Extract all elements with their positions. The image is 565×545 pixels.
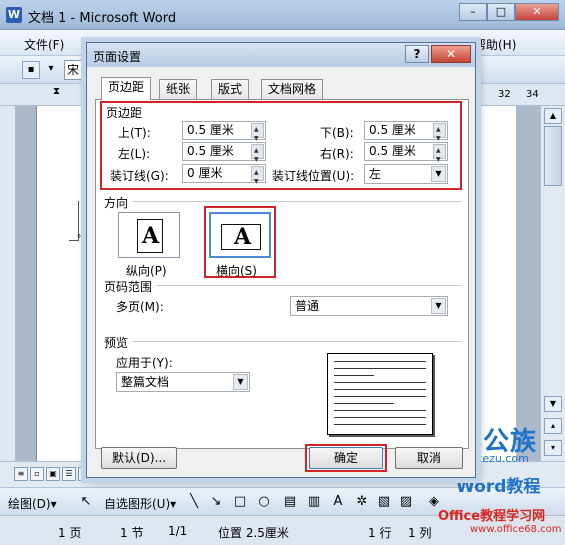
ruler-tick: 34 bbox=[526, 89, 539, 100]
multiple-pages-select[interactable]: 普通 ▼ bbox=[290, 296, 448, 316]
dialog-close-button[interactable]: ✕ bbox=[431, 45, 471, 63]
outline-view-icon[interactable]: ☰ bbox=[62, 467, 76, 481]
top-margin-spinner-icon[interactable] bbox=[251, 121, 264, 147]
right-margin-spinner-icon[interactable] bbox=[433, 142, 446, 168]
dialog-title: 页面设置 bbox=[93, 50, 142, 64]
rectangle-icon[interactable]: □ bbox=[232, 494, 248, 510]
vertical-ruler bbox=[0, 106, 16, 461]
diagram-icon[interactable]: ✲ bbox=[354, 494, 370, 510]
bottom-margin-input[interactable]: 0.5 厘米 bbox=[364, 121, 448, 147]
next-page-icon[interactable]: ▾ bbox=[544, 440, 562, 456]
landscape-option[interactable]: A bbox=[209, 212, 271, 258]
clipart-icon[interactable]: ▧ bbox=[376, 494, 392, 510]
window-title: 文档 1 - Microsoft Word bbox=[28, 11, 177, 26]
paragraph-mark-icon: ↵ bbox=[77, 231, 86, 242]
bottom-margin-spinner-icon[interactable] bbox=[433, 121, 446, 147]
textbox-icon[interactable]: ▤ bbox=[282, 494, 298, 510]
normal-view-icon[interactable]: ≡ bbox=[14, 467, 28, 481]
apply-to-select[interactable]: 整篇文档 ▼ bbox=[116, 372, 250, 392]
right-margin-input[interactable]: 0.5 厘米 bbox=[364, 142, 448, 168]
chevron-down-icon[interactable]: ▼ bbox=[431, 166, 446, 182]
toolbar-more-icon[interactable]: ▾ bbox=[42, 61, 60, 79]
window-close-button[interactable]: ✕ bbox=[515, 3, 559, 21]
divider bbox=[156, 285, 462, 286]
tab-paper[interactable]: 纸张 bbox=[159, 79, 198, 99]
ruler-tick: 32 bbox=[498, 89, 511, 100]
indent-marker-icon[interactable]: ⧗ bbox=[53, 86, 63, 104]
scroll-thumb[interactable] bbox=[544, 126, 562, 186]
portrait-page-icon: A bbox=[137, 219, 163, 253]
orientation-section-label: 方向 bbox=[104, 196, 129, 210]
menu-file[interactable]: 文件(F) bbox=[24, 36, 64, 53]
help-button[interactable]: ? bbox=[405, 45, 429, 63]
vertical-scrollbar[interactable]: ▲ ▼ ▴ ▾ bbox=[540, 106, 565, 461]
preview-page bbox=[327, 353, 433, 435]
tab-margins[interactable]: 页边距 bbox=[101, 77, 152, 100]
pages-section-label: 页码范围 bbox=[104, 280, 153, 294]
autoshapes-menu[interactable]: 自选图形(U)▾ bbox=[104, 495, 176, 512]
maximize-button[interactable]: □ bbox=[487, 3, 515, 21]
web-view-icon[interactable]: ▫ bbox=[30, 467, 44, 481]
select-pointer-icon[interactable]: ↖ bbox=[78, 494, 94, 510]
oval-icon[interactable]: ○ bbox=[256, 494, 272, 510]
save-icon[interactable]: ▪ bbox=[22, 61, 40, 79]
status-page: 1 页 bbox=[58, 526, 82, 540]
cancel-button[interactable]: 取消 bbox=[395, 447, 463, 469]
word-app-icon[interactable]: W bbox=[6, 7, 22, 23]
status-page-of: 1/1 bbox=[168, 524, 188, 538]
apply-to-label: 应用于(Y): bbox=[116, 356, 173, 370]
watermark-site: Office教程学习网 bbox=[438, 509, 546, 524]
chevron-down-icon[interactable]: ▼ bbox=[431, 298, 446, 314]
line-icon[interactable]: ╲ bbox=[186, 494, 202, 510]
vertical-textbox-icon[interactable]: ▥ bbox=[306, 494, 322, 510]
chevron-down-icon[interactable]: ▼ bbox=[233, 374, 248, 390]
bottom-margin-label: 下(B): bbox=[320, 126, 354, 140]
gutter-label: 装订线(G): bbox=[110, 169, 169, 183]
landscape-label: 横向(S) bbox=[216, 264, 257, 278]
tab-document-grid[interactable]: 文档网格 bbox=[261, 79, 324, 99]
page-setup-dialog: 页面设置 ? ✕ 页边距 纸张 版式 文档网格 页边距 上(T): 0.5 厘米… bbox=[86, 42, 476, 478]
divider bbox=[132, 201, 462, 202]
divider bbox=[132, 341, 462, 342]
left-margin-spinner-icon[interactable] bbox=[251, 142, 264, 168]
wordart-icon[interactable]: A bbox=[330, 494, 346, 510]
scroll-up-icon[interactable]: ▲ bbox=[544, 108, 562, 124]
gutter-position-label: 装订线位置(U): bbox=[272, 169, 355, 183]
menu-help[interactable]: 帮助(H) bbox=[474, 36, 516, 53]
gutter-input[interactable]: 0 厘米 bbox=[182, 164, 266, 190]
prev-page-icon[interactable]: ▴ bbox=[544, 418, 562, 434]
status-line: 1 行 bbox=[368, 526, 392, 540]
status-column: 1 列 bbox=[408, 526, 432, 540]
arrow-icon[interactable]: ↘ bbox=[208, 494, 224, 510]
landscape-page-icon: A bbox=[221, 224, 261, 250]
top-margin-label: 上(T): bbox=[118, 126, 151, 140]
left-margin-label: 左(L): bbox=[118, 147, 151, 161]
tab-layout[interactable]: 版式 bbox=[211, 79, 250, 99]
gutter-spinner-icon[interactable] bbox=[251, 164, 264, 190]
minimize-button[interactable]: – bbox=[459, 3, 487, 21]
portrait-label: 纵向(P) bbox=[126, 264, 167, 278]
picture-icon[interactable]: ▨ bbox=[398, 494, 414, 510]
watermark-site-url: www.office68.com bbox=[470, 524, 562, 535]
status-section: 1 节 bbox=[120, 526, 144, 540]
dialog-title-bar[interactable]: 页面设置 ? ✕ bbox=[87, 43, 475, 67]
scroll-down-icon[interactable]: ▼ bbox=[544, 396, 562, 412]
margins-section-label: 页边距 bbox=[106, 106, 143, 120]
right-margin-label: 右(R): bbox=[320, 147, 354, 161]
default-button[interactable]: 默认(D)... bbox=[101, 447, 177, 469]
left-margin-input[interactable]: 0.5 厘米 bbox=[182, 142, 266, 168]
font-name-combo[interactable]: 宋 bbox=[64, 60, 88, 80]
print-view-icon[interactable]: ▣ bbox=[46, 467, 60, 481]
top-margin-input[interactable]: 0.5 厘米 bbox=[182, 121, 266, 147]
portrait-option[interactable]: A bbox=[118, 212, 180, 258]
status-position: 位置 2.5厘米 bbox=[218, 526, 289, 540]
gutter-position-select[interactable]: 左 ▼ bbox=[364, 164, 448, 184]
multiple-pages-label: 多页(M): bbox=[116, 300, 164, 314]
draw-menu[interactable]: 绘图(D)▾ bbox=[8, 495, 57, 512]
window-title-bar: W 文档 1 - Microsoft Word – □ ✕ bbox=[0, 0, 565, 30]
ok-button[interactable]: 确定 bbox=[309, 447, 383, 469]
preview-section-label: 预览 bbox=[104, 336, 129, 350]
